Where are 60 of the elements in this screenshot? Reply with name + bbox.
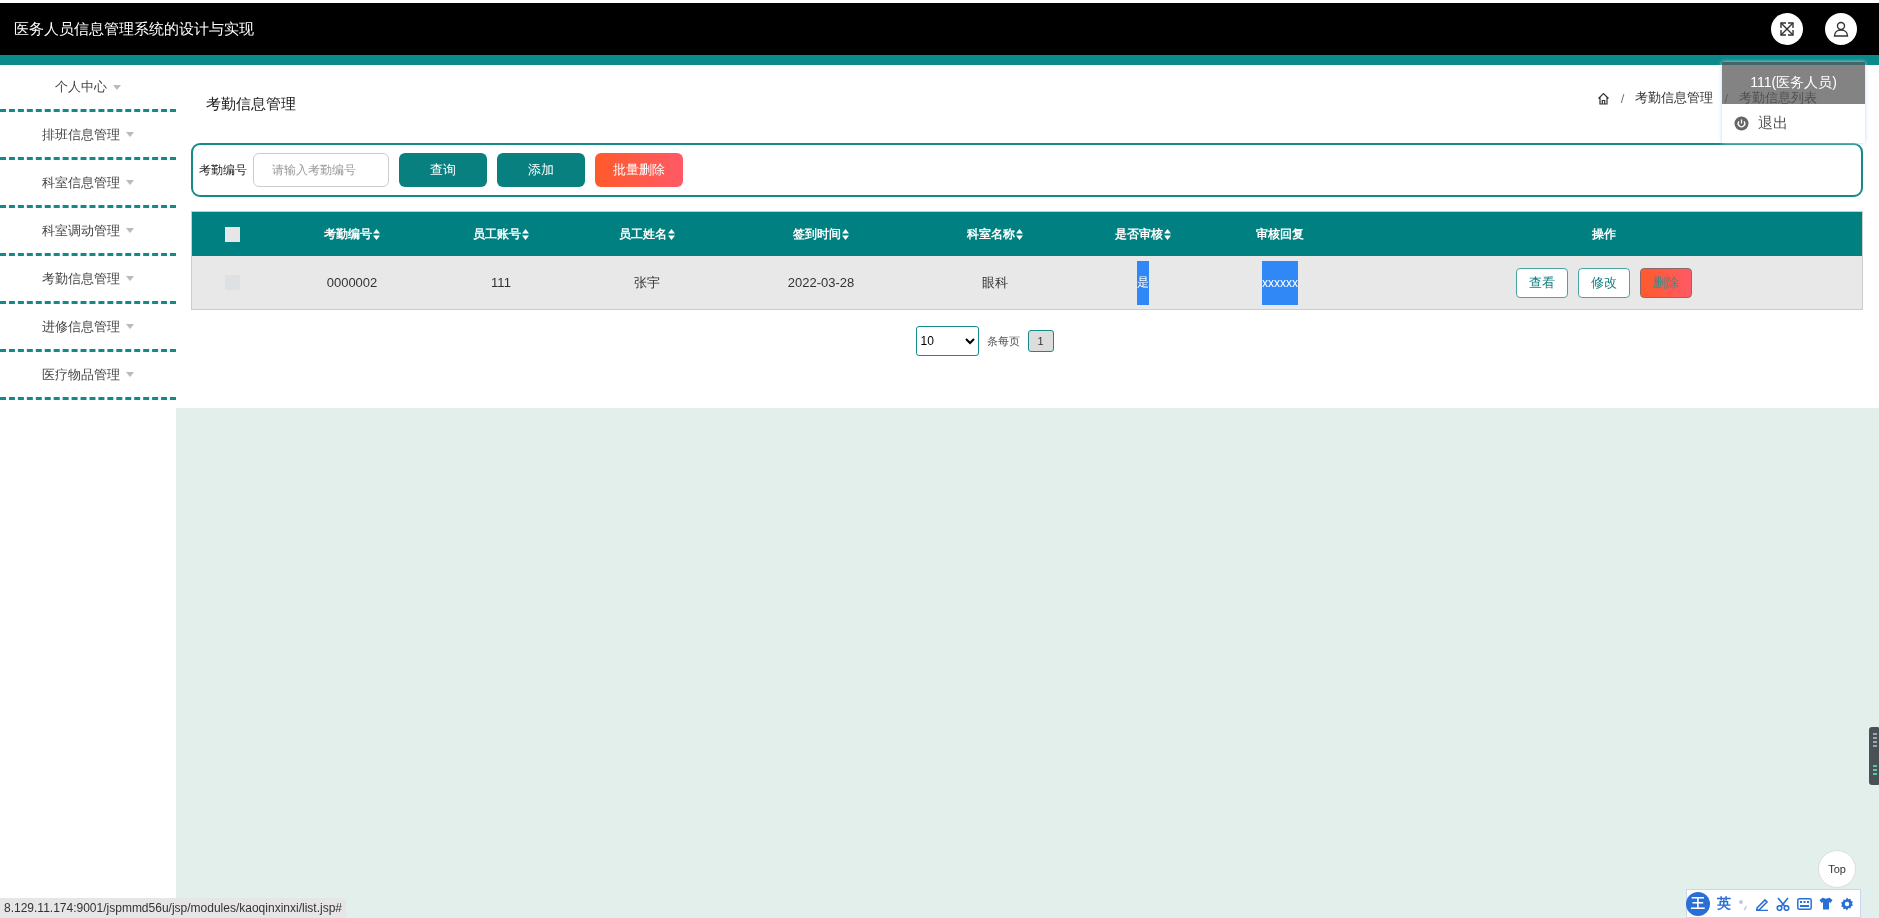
expand-icon <box>1778 20 1796 38</box>
column-header[interactable]: 科室名称 <box>967 225 1023 243</box>
action-button[interactable]: 查询 <box>399 153 487 187</box>
scissors-icon <box>1776 896 1790 911</box>
user-icon <box>1832 20 1850 38</box>
page-size-select[interactable]: 10 <box>915 326 979 356</box>
sort-icon <box>1016 228 1023 240</box>
caret-icon <box>126 132 134 137</box>
logout-menu-item[interactable]: 退出 <box>1722 104 1865 143</box>
breadcrumb-separator: / <box>1723 90 1729 106</box>
caret-icon <box>126 372 134 377</box>
column-header[interactable]: 员工姓名 <box>619 225 675 243</box>
per-page-label: 条每页 <box>986 333 1020 349</box>
search-field[interactable]: 请输入考勤编号 <box>253 153 389 187</box>
shirt-icon <box>1819 897 1833 910</box>
sort-icon <box>1164 228 1171 240</box>
row-action-button[interactable]: 修改 <box>1578 267 1630 298</box>
batch-delete-button[interactable]: 批量删除 <box>595 153 683 187</box>
status-url: 8.129.11.174:9001/jspmmd56u/jsp/modules/kaoqinxinxi/list.jsp# <box>0 898 346 918</box>
caret-icon <box>126 276 134 281</box>
breadcrumb-link[interactable]: 考勤信息管理 <box>1635 89 1714 107</box>
sort-icon <box>373 228 380 240</box>
column-header: 审核回复 <box>1256 225 1304 243</box>
caret-icon <box>113 84 121 90</box>
breadcrumb-separator: / <box>1619 90 1626 106</box>
caret-icon <box>126 228 134 233</box>
table-cell: 0000002 <box>326 275 378 290</box>
row-action-button[interactable]: 查看 <box>1516 267 1568 298</box>
pen-icon <box>1755 896 1769 911</box>
reply-tag: xxxxxx <box>1262 260 1298 305</box>
fullscreen-button[interactable] <box>1771 13 1803 45</box>
side-handle-icon <box>1869 727 1879 785</box>
table-cell: 眼科 <box>982 273 1008 292</box>
search-label: 考勤编号 <box>199 161 247 179</box>
column-header[interactable]: 是否审核 <box>1115 225 1171 243</box>
column-header: 操作 <box>1592 225 1616 243</box>
column-header[interactable]: 员工账号 <box>473 225 529 243</box>
column-header[interactable]: 签到时间 <box>793 225 849 243</box>
table-cell: 张宇 <box>634 273 660 292</box>
status-tag: 是 <box>1137 260 1149 305</box>
sort-icon <box>668 228 675 240</box>
table-cell: 111 <box>491 275 511 290</box>
page-button[interactable]: 1 <box>1027 330 1054 352</box>
column-header[interactable]: 考勤编号 <box>324 225 380 243</box>
power-icon <box>1734 116 1749 131</box>
sort-icon <box>522 228 529 240</box>
sort-icon <box>842 228 849 240</box>
caret-icon <box>126 180 134 185</box>
caret-icon <box>126 324 134 329</box>
ime-logo[interactable]: 王 <box>1686 891 1710 916</box>
action-button[interactable]: 添加 <box>497 153 585 187</box>
keyboard-icon <box>1797 897 1812 910</box>
page-title: 考勤信息管理 <box>206 94 296 114</box>
ime-mode-button[interactable]: 英 <box>1717 894 1731 913</box>
app-title: 医务人员信息管理系统的设计与实现 <box>14 19 254 39</box>
home-icon <box>1596 91 1610 105</box>
settings-icon <box>1840 896 1854 911</box>
user-button[interactable] <box>1825 13 1857 45</box>
select-all-checkbox[interactable] <box>224 226 240 242</box>
table-cell: 2022-03-28 <box>787 275 855 290</box>
